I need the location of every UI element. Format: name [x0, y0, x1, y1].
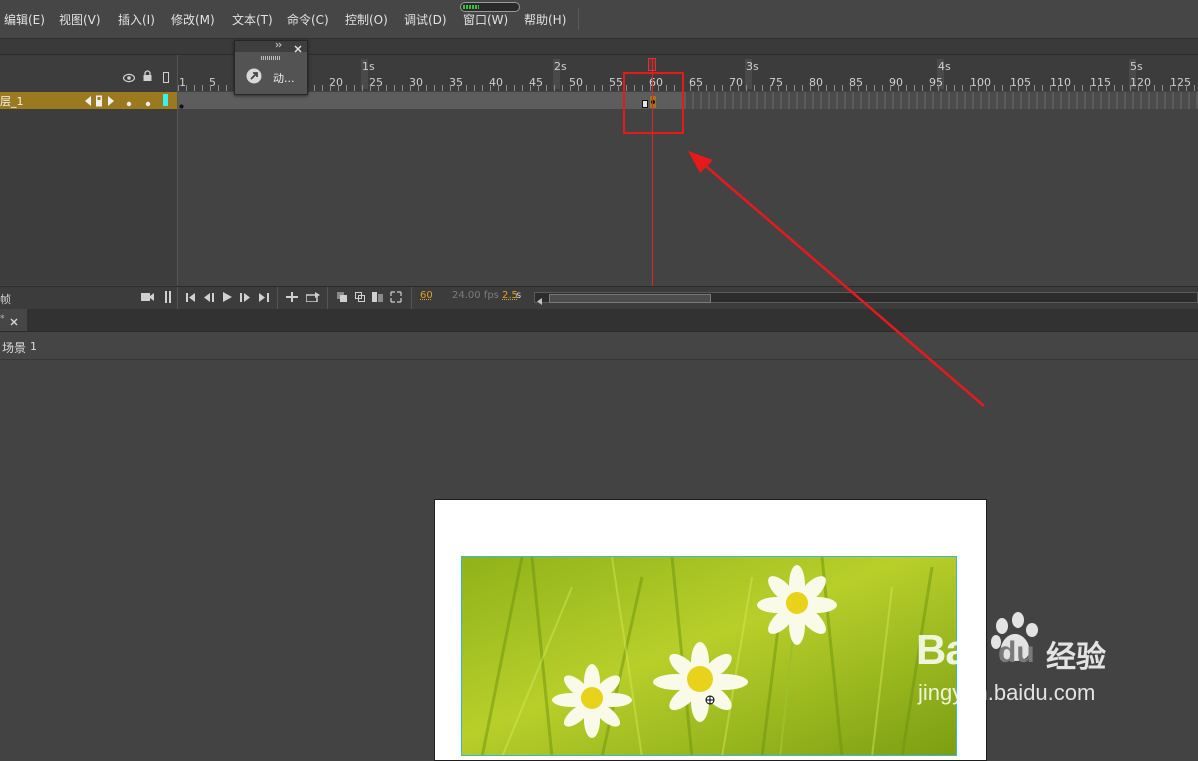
- watermark-brand-right: du: [998, 636, 1035, 669]
- watermark-cn: 经验: [1046, 640, 1106, 675]
- watermark-url: jingyan.baidu.com: [918, 680, 1096, 705]
- baidu-jingyan-watermark: Bai du 经验 jingyan.baidu.com: [916, 612, 1136, 712]
- watermark-brand-left: Bai: [916, 626, 979, 673]
